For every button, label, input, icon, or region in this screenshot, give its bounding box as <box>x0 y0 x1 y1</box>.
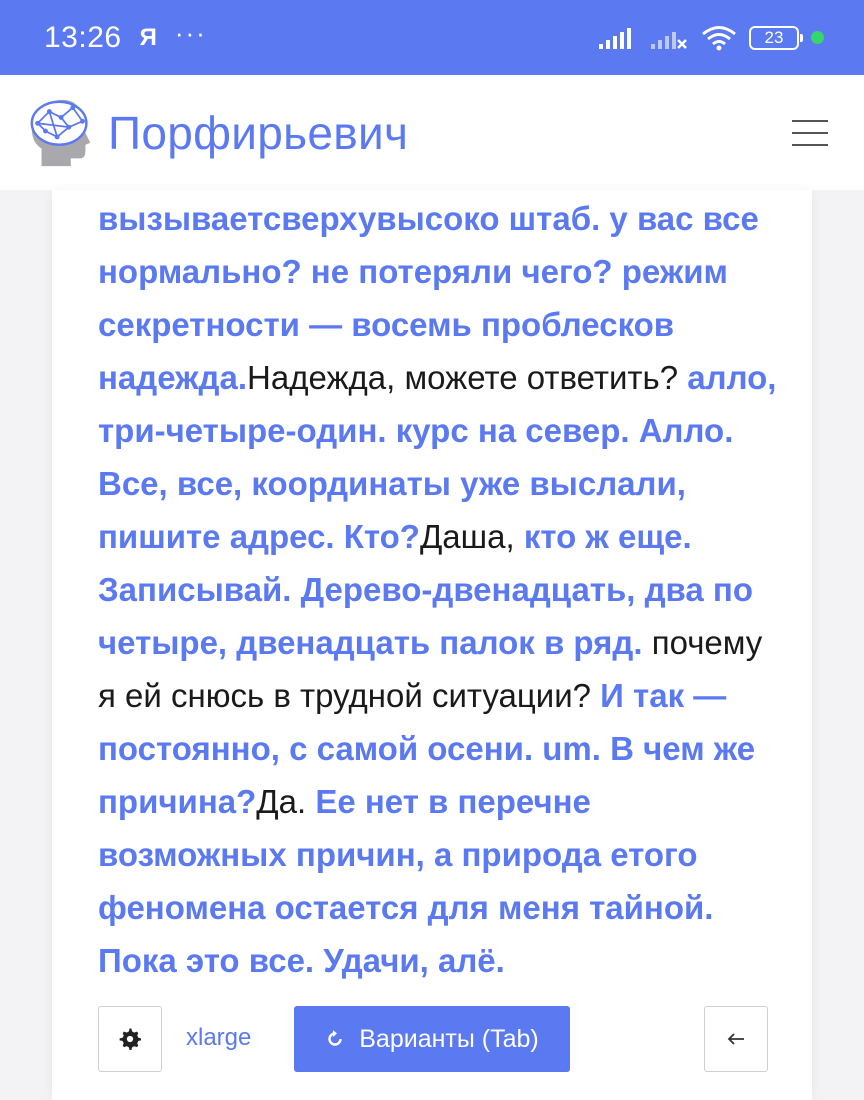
user-text: Надежда, можете ответить? <box>247 359 679 396</box>
battery-icon: 23 <box>749 25 803 50</box>
arrow-left-icon <box>727 1033 744 1045</box>
brand-title[interactable]: Порфирьевич <box>108 106 792 160</box>
user-text: Даша, <box>419 518 524 555</box>
variants-button[interactable]: Варианты (Tab) <box>294 1006 570 1072</box>
wifi-icon <box>702 25 736 50</box>
refresh-icon <box>328 1030 342 1046</box>
story-text[interactable]: вызываетсверхувысоко штаб. у вас все нор… <box>98 192 788 987</box>
story-card: вызываетсверхувысоко штаб. у вас все нор… <box>52 190 812 1100</box>
status-time: 13:26 <box>44 20 122 54</box>
signal-icon <box>599 27 631 49</box>
status-more-dots: ··· <box>174 18 207 48</box>
app-header: Порфирьевич <box>0 75 864 190</box>
charging-dot <box>811 31 824 44</box>
status-bar: 13:26 Я ··· 23 <box>0 0 864 75</box>
brain-head-logo-icon <box>30 99 91 166</box>
controls-bar: xlarge Варианты (Tab) <box>98 1006 768 1072</box>
signal-nosim-icon <box>651 31 687 49</box>
user-text: Да. <box>256 783 316 820</box>
settings-button[interactable] <box>98 1006 162 1072</box>
gear-icon <box>119 1028 141 1050</box>
undo-button[interactable] <box>704 1006 768 1072</box>
font-size-link[interactable]: xlarge <box>186 1024 251 1052</box>
variants-label: Варианты (Tab) <box>359 1024 539 1053</box>
hamburger-icon[interactable] <box>792 119 828 146</box>
status-app-letter: Я <box>139 23 157 51</box>
